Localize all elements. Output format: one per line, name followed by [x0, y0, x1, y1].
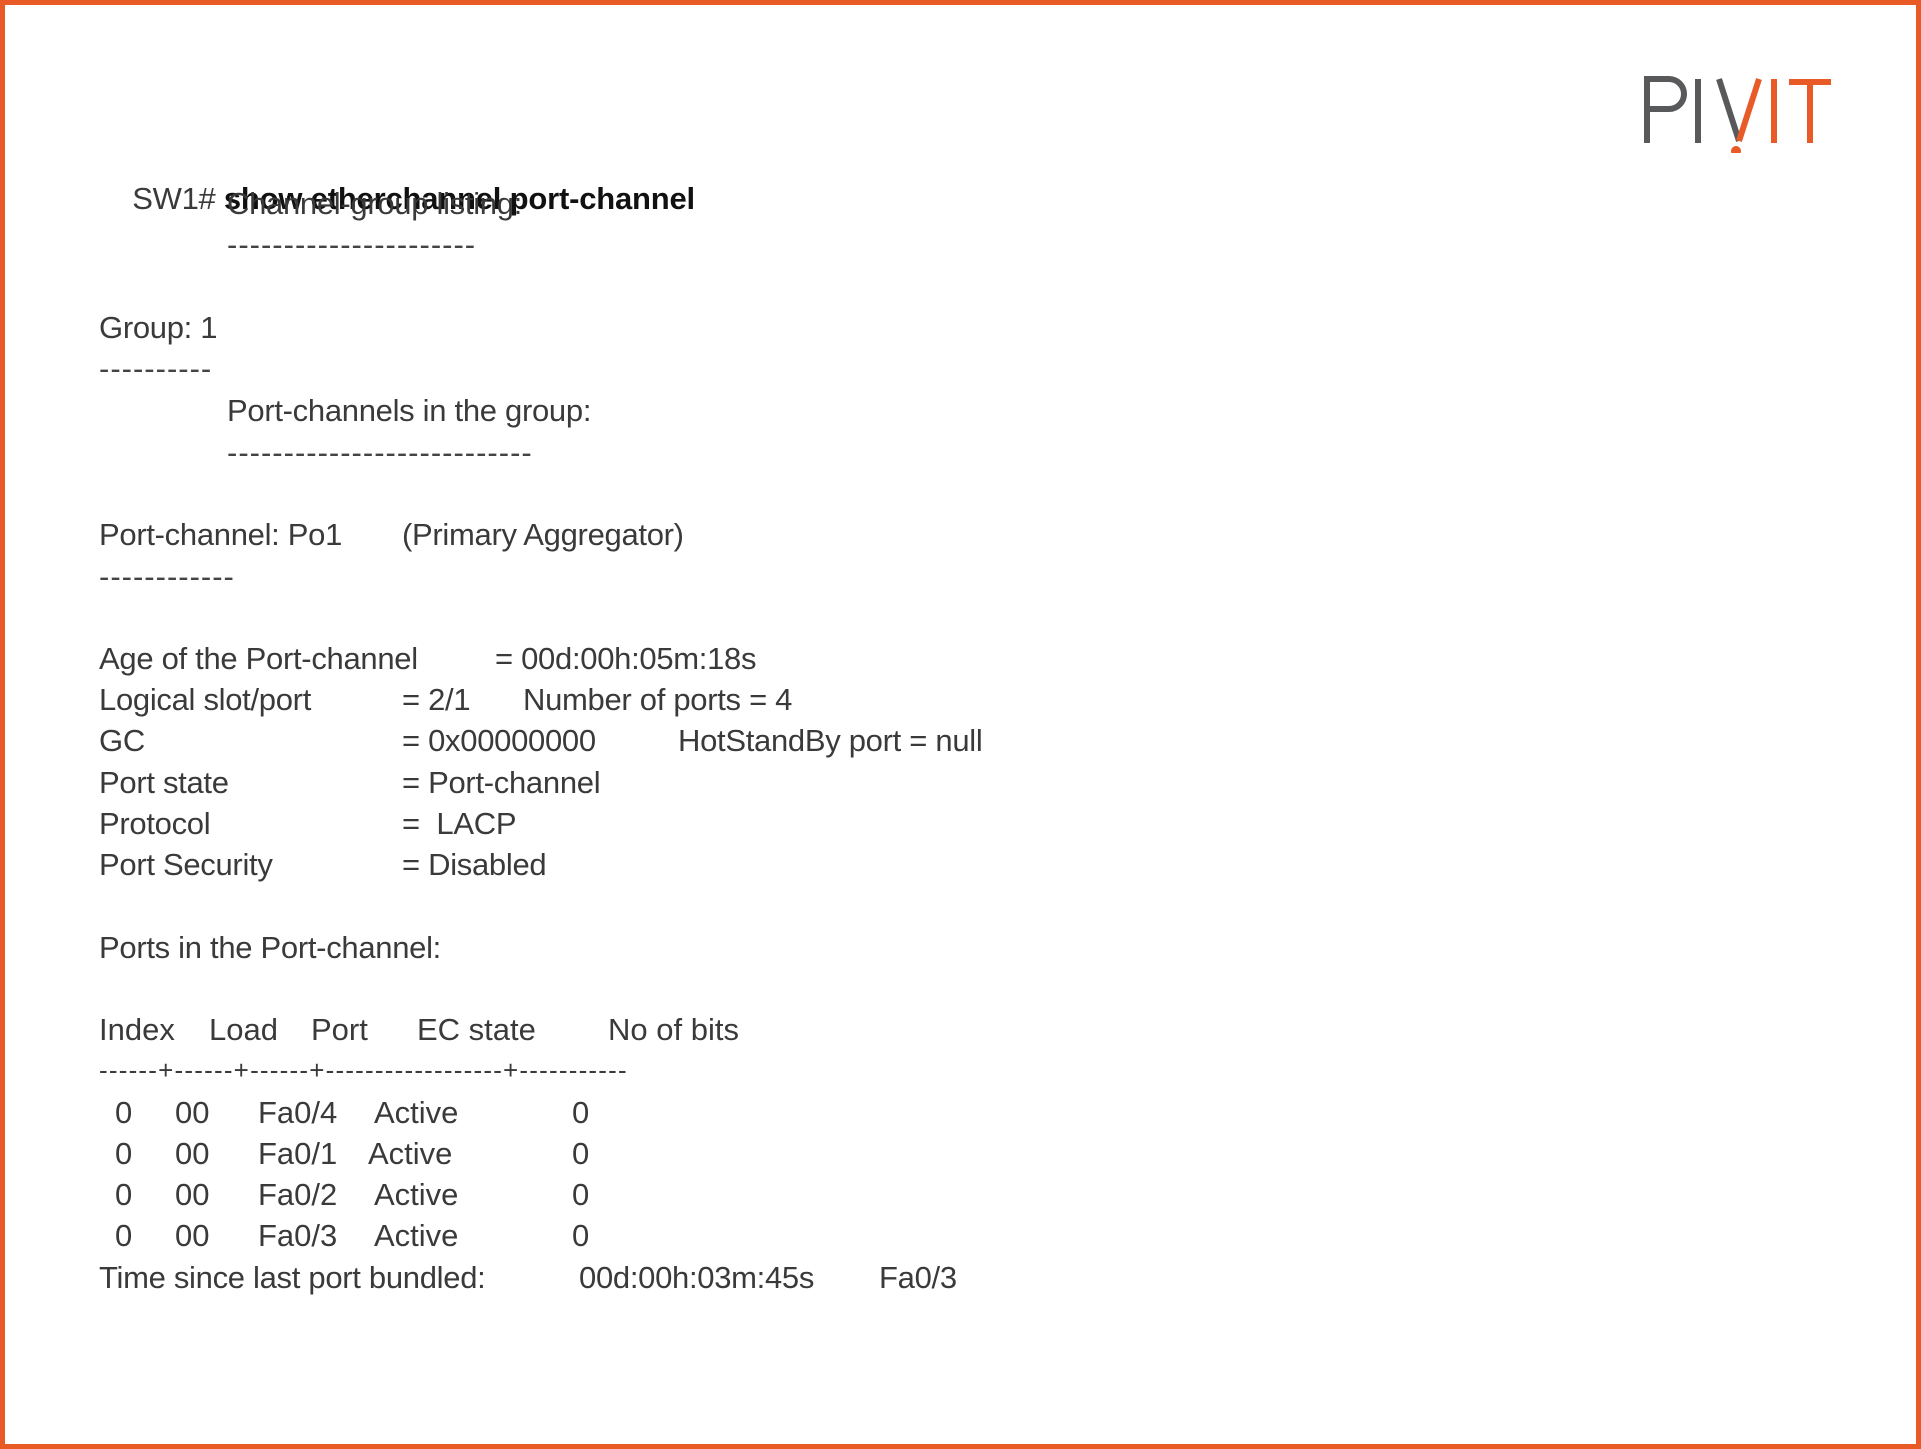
column-header-port: Port — [311, 1012, 368, 1047]
cell-port: Fa0/2 — [258, 1177, 338, 1212]
property-value: = Disabled — [402, 847, 547, 882]
property-key: Protocol — [99, 806, 211, 841]
cell-index: 0 — [115, 1177, 133, 1212]
prompt: SW1# — [132, 181, 216, 216]
channel-group-listing-heading: Channel-group listing: — [227, 186, 522, 221]
property-key: Port state — [99, 765, 229, 800]
property-key: GC — [99, 723, 145, 758]
group-underline: ---------- — [99, 351, 213, 386]
cell-bits: 0 — [572, 1218, 590, 1253]
column-header-ec-state: EC state — [417, 1012, 536, 1047]
property-value: = 00d:00h:05m:18s — [495, 641, 757, 676]
cell-index: 0 — [115, 1136, 133, 1171]
group-label: Group: 1 — [99, 310, 218, 345]
property-extra: HotStandBy port = null — [678, 723, 983, 758]
cell-port: Fa0/4 — [258, 1095, 338, 1130]
property-value: = 0x00000000 — [402, 723, 596, 758]
cell-load: 00 — [175, 1136, 210, 1171]
cell-port: Fa0/1 — [258, 1136, 338, 1171]
listing-underline: ---------------------- — [227, 227, 477, 262]
property-value: = Port-channel — [402, 765, 601, 800]
column-header-index: Index — [99, 1012, 175, 1047]
last-bundled-label: Time since last port bundled: — [99, 1260, 486, 1295]
property-key: Port Security — [99, 847, 273, 882]
cell-load: 00 — [175, 1218, 210, 1253]
port-channel-underline: ------------ — [99, 559, 235, 594]
cell-ec-state: Active — [374, 1218, 459, 1253]
column-header-no-of-bits: No of bits — [608, 1012, 739, 1047]
column-header-load: Load — [209, 1012, 278, 1047]
last-bundled-time: 00d:00h:03m:45s — [579, 1260, 815, 1295]
cell-ec-state: Active — [374, 1095, 459, 1130]
slide-frame: SW1# show etherchannel port-channel Chan… — [0, 0, 1921, 1449]
pivit-logo — [1644, 76, 1831, 153]
port-channel-label: Port-channel: Po1 — [99, 517, 343, 552]
last-bundled-port: Fa0/3 — [879, 1260, 957, 1295]
cell-load: 00 — [175, 1177, 210, 1212]
table-separator: ------+------+------+------------------+… — [99, 1055, 628, 1085]
property-key: Age of the Port-channel — [99, 641, 418, 676]
ports-heading: Ports in the Port-channel: — [99, 930, 441, 965]
cell-load: 00 — [175, 1095, 210, 1130]
port-channel-note: (Primary Aggregator) — [402, 517, 684, 552]
cell-bits: 0 — [572, 1136, 590, 1171]
cell-port: Fa0/3 — [258, 1218, 338, 1253]
cell-index: 0 — [115, 1095, 133, 1130]
port-channels-heading: Port-channels in the group: — [227, 393, 592, 428]
cell-bits: 0 — [572, 1095, 590, 1130]
property-value: = LACP — [402, 806, 517, 841]
cell-ec-state: Active — [368, 1136, 453, 1171]
cell-index: 0 — [115, 1218, 133, 1253]
property-extra: Number of ports = 4 — [523, 682, 793, 717]
cell-ec-state: Active — [374, 1177, 459, 1212]
cell-bits: 0 — [572, 1177, 590, 1212]
port-channels-underline: --------------------------- — [227, 435, 533, 470]
property-value: = 2/1 — [402, 682, 471, 717]
property-key: Logical slot/port — [99, 682, 312, 717]
